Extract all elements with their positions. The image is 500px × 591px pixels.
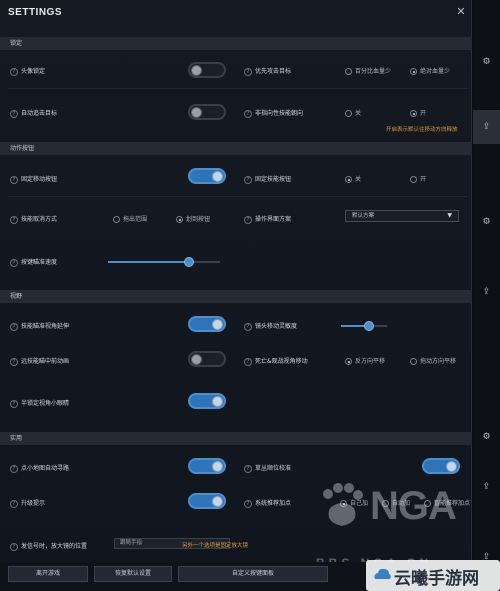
minimap-auto-label: ? 点小地图自动寻路 [10, 463, 69, 473]
help-icon[interactable]: ? [10, 499, 18, 508]
section-lock: 锁定 [0, 37, 472, 50]
half-lock-toggle[interactable] [188, 393, 226, 409]
help-icon[interactable]: ? [10, 322, 18, 331]
cancel-mode-option-1[interactable]: 划到按钮 [176, 214, 210, 223]
control-scheme-select[interactable]: 默认方案 ▼ [345, 210, 459, 222]
death-camera-option-0[interactable]: 反方向平移 [345, 356, 385, 365]
auto-target-toggle[interactable] [188, 104, 226, 120]
help-icon[interactable]: ? [10, 67, 18, 76]
minimap-auto-toggle[interactable] [188, 458, 226, 474]
upload-icon[interactable]: ⇪ [473, 110, 500, 144]
priority-target-label: ? 优先攻击目标 [244, 66, 291, 76]
scoreboard-verify-toggle[interactable] [422, 458, 460, 474]
fixed-skill-option-off[interactable]: 关 [345, 174, 361, 183]
cancel-mode-label: ? 技能取消方式 [10, 214, 57, 224]
help-icon[interactable]: ? [10, 357, 18, 366]
close-icon[interactable]: ✕ [454, 5, 468, 19]
watermark: NGA BBS.NGA.CN [316, 476, 466, 570]
lens-move-slider[interactable] [341, 321, 387, 331]
far-camera-toggle[interactable] [188, 351, 226, 367]
help-icon[interactable]: ? [244, 357, 252, 366]
help-icon[interactable]: ? [10, 464, 18, 473]
fixed-move-label: ? 固定移动按钮 [10, 174, 57, 184]
help-icon[interactable]: ? [244, 175, 252, 184]
level-hint-toggle[interactable] [188, 493, 226, 509]
cancel-mode-option-0[interactable]: 拖出范围 [113, 214, 147, 223]
upload-icon[interactable]: ⇪ [473, 470, 500, 504]
window-title: SETTINGS [8, 7, 63, 18]
cloud-logo-icon [374, 568, 391, 579]
fixed-move-toggle[interactable] [188, 168, 226, 184]
lens-move-label: ? 镜头移动灵敏度 [244, 321, 297, 331]
upload-icon[interactable]: ⇪ [473, 275, 500, 309]
system-recommend-label: ? 系统推荐加点 [244, 498, 291, 508]
help-icon[interactable]: ? [10, 215, 18, 224]
help-icon[interactable]: ? [10, 399, 18, 408]
help-icon[interactable]: ? [244, 215, 252, 224]
help-icon[interactable]: ? [244, 499, 252, 508]
sensitivity-slider[interactable] [108, 257, 220, 267]
aim-camera-toggle[interactable] [188, 316, 226, 332]
control-scheme-label: ? 操作界面方案 [244, 214, 291, 224]
divider [8, 88, 468, 89]
help-icon[interactable]: ? [244, 109, 252, 118]
fixed-skill-label: ? 固定技能按钮 [244, 174, 291, 184]
priority-target-option-1[interactable]: 绝对血量少 [410, 66, 450, 75]
custom-key-panel-button[interactable]: 自定义按键面板 [178, 566, 328, 582]
scoreboard-verify-label: ? 草丛顺位校准 [244, 463, 291, 473]
help-icon[interactable]: ? [10, 109, 18, 118]
restore-default-button[interactable]: 恢复默认设置 [94, 566, 172, 582]
auto-target-label: ? 自动追击目标 [10, 108, 57, 118]
gear-icon[interactable]: ⚙ [473, 420, 500, 454]
half-lock-label: ? 半锁定视角小眼睛 [10, 398, 69, 408]
non-directional-option-off[interactable]: 关 [345, 108, 361, 117]
help-icon[interactable]: ? [10, 542, 18, 551]
help-icon[interactable]: ? [244, 322, 252, 331]
head-lock-label: ? 头像锁定 [10, 66, 45, 76]
non-directional-option-on[interactable]: 开 [410, 108, 426, 117]
help-icon[interactable]: ? [244, 67, 252, 76]
far-camera-label: ? 远技能瞄中前动画 [10, 356, 69, 366]
slider-fill [108, 261, 189, 263]
chevron-down-icon: ▼ [447, 212, 452, 219]
slider-handle[interactable] [363, 321, 374, 331]
send-signal-label: ? 发信号时，放大镜的位置 [10, 541, 87, 551]
sensitivity-label: ? 按键瞄准速度 [10, 257, 57, 267]
brand-overlay: 云曦手游网 [366, 560, 500, 591]
level-hint-label: ? 升级提示 [10, 498, 45, 508]
gear-icon[interactable]: ⚙ [473, 45, 500, 79]
help-icon[interactable]: ? [10, 175, 18, 184]
send-signal-hint: 另外一个选项是固定放大镜 [182, 543, 249, 549]
fixed-skill-option-on[interactable]: 开 [410, 174, 426, 183]
help-icon[interactable]: ? [244, 464, 252, 473]
divider [8, 196, 468, 197]
death-camera-option-1[interactable]: 拖动方向平移 [410, 356, 456, 365]
non-directional-label: ? 非指向性技能朝向 [244, 108, 303, 118]
head-lock-toggle[interactable] [188, 62, 226, 78]
aim-camera-label: ? 技能瞄准视角延伸 [10, 321, 69, 331]
slider-handle[interactable] [183, 257, 194, 267]
section-action-button: 动作按钮 [0, 142, 472, 155]
gear-icon[interactable]: ⚙ [473, 205, 500, 239]
leave-game-button[interactable]: 离开游戏 [8, 566, 88, 582]
non-directional-hint: 开启表示默认往移动方向释放 [386, 127, 458, 133]
section-practical: 实用 [0, 432, 472, 445]
priority-target-option-0[interactable]: 百分比血量少 [345, 66, 391, 75]
help-icon[interactable]: ? [10, 258, 18, 267]
paw-logo-icon [323, 483, 363, 526]
death-camera-label: ? 死亡&观战视角移动 [244, 356, 308, 366]
section-view: 视野 [0, 290, 472, 303]
